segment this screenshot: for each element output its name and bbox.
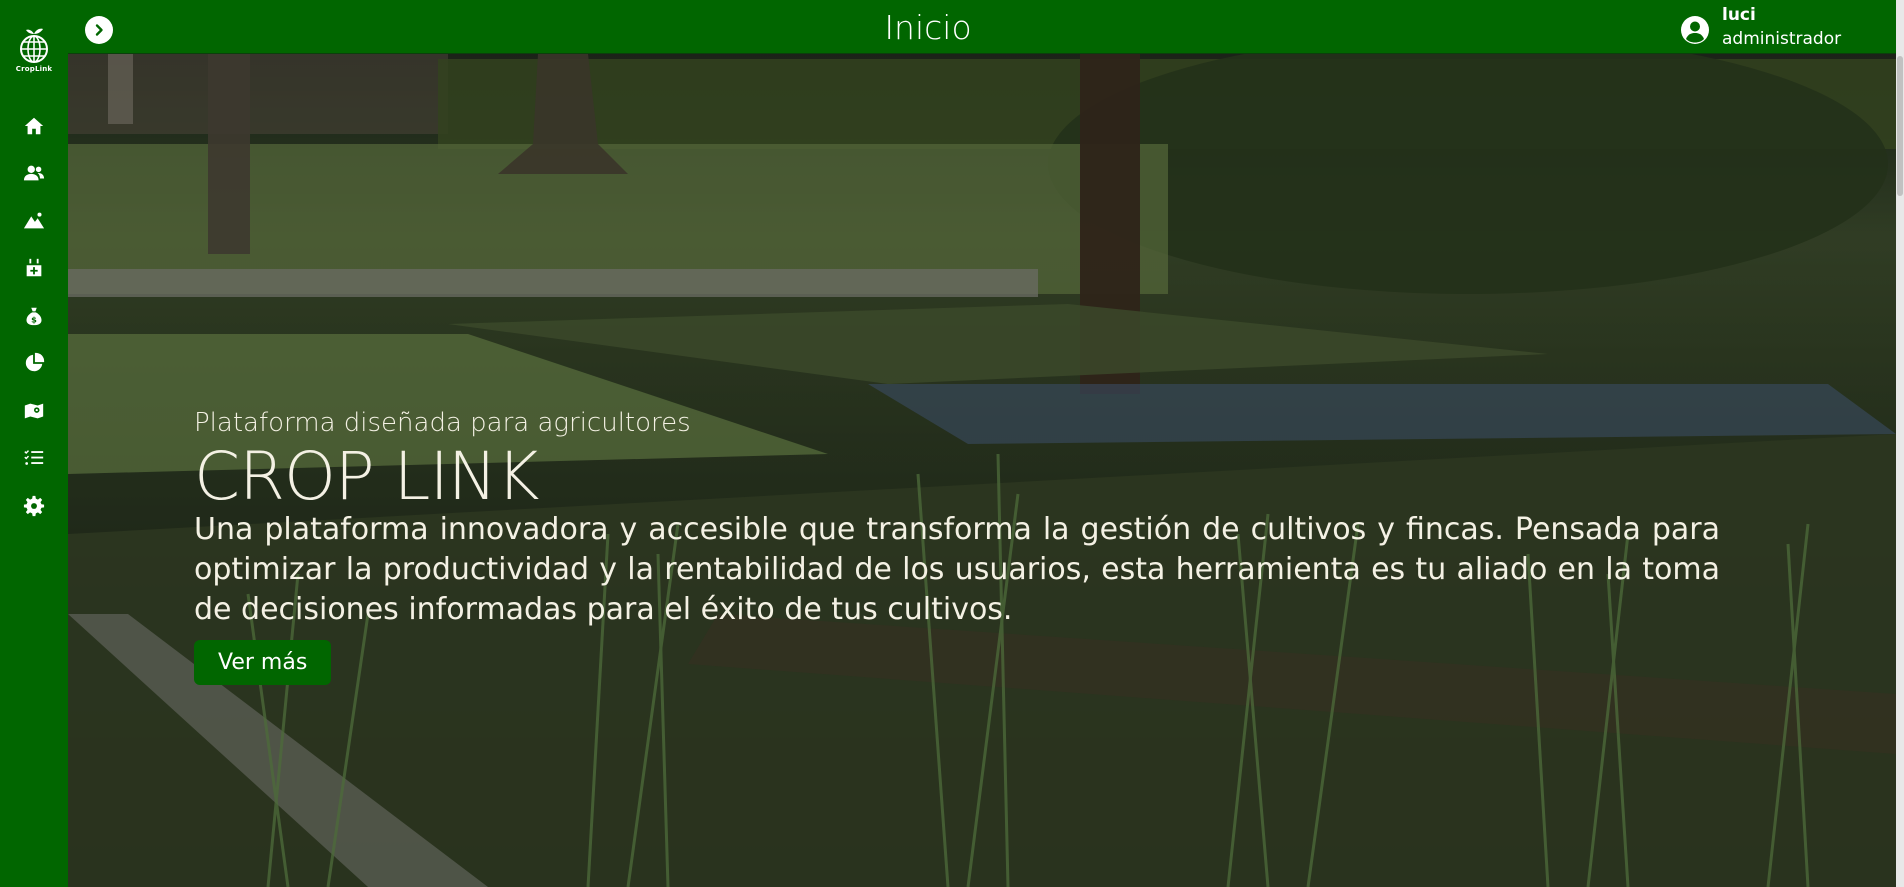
sidebar-item-home[interactable] [0,102,68,150]
sidebar-item-reports[interactable] [0,340,68,388]
hero-description: Una plataforma innovadora y accesible qu… [194,512,1720,627]
app-logo[interactable]: CropLink [14,28,54,76]
pie-chart-icon [25,353,45,372]
page-title: Inicio [884,8,972,47]
sidebar-item-map[interactable] [0,387,68,435]
sidebar: CropLink $ [0,0,68,887]
hero-title: CROP LINK [194,438,540,515]
page-scrollbar[interactable] [1896,0,1904,887]
sidebar-nav: $ [0,102,68,530]
hero-banner: Plataforma diseñada para agricultores CR… [68,54,1896,887]
hero-subtitle: Plataforma diseñada para agricultores [194,408,691,438]
hero-content: Plataforma diseñada para agricultores CR… [194,408,1720,685]
gear-icon [23,495,45,516]
sidebar-item-users[interactable] [0,150,68,198]
see-more-button[interactable]: Ver más [194,640,332,685]
sidebar-item-settings[interactable] [0,482,68,530]
scrollbar-thumb[interactable] [1897,56,1903,196]
calendar-plus-icon [26,259,42,277]
top-bar: Inicio luci administrador [68,0,1896,54]
user-name: luci [1722,5,1756,25]
sidebar-item-calendar[interactable] [0,245,68,293]
money-bag-icon: $ [26,307,42,325]
mountain-icon [23,212,45,229]
svg-text:$: $ [31,314,37,324]
checklist-icon [24,450,44,466]
home-icon [24,117,44,134]
sidebar-item-finances[interactable]: $ [0,292,68,340]
logo-text: CropLink [15,65,53,73]
user-menu[interactable]: luci administrador [1680,4,1841,52]
user-role: administrador [1722,29,1842,49]
globe-leaf-logo-icon [20,28,48,63]
map-icon [24,403,44,419]
user-circle-icon [1681,16,1709,44]
avatar [1680,15,1710,45]
sidebar-item-tasks[interactable] [0,435,68,483]
users-icon [23,165,45,181]
user-info: luci administrador [1722,4,1841,52]
sidebar-item-farms[interactable] [0,197,68,245]
